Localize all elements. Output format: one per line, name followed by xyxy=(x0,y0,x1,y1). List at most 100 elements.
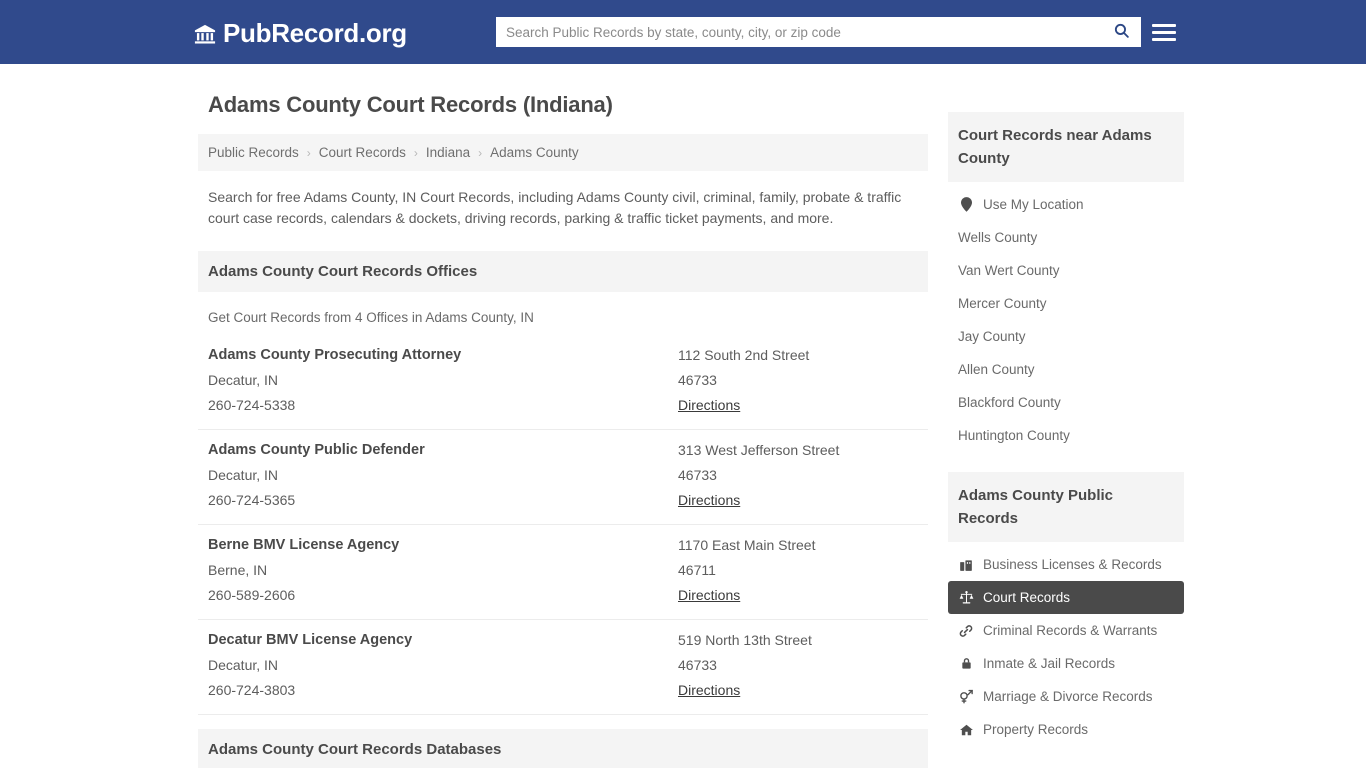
sidebar-item-blackford-county[interactable]: Blackford County xyxy=(948,386,1184,419)
main-column: Adams County Court Records (Indiana) Pub… xyxy=(198,86,928,768)
record-label: Court Records xyxy=(983,590,1071,605)
page-body: Adams County Court Records (Indiana) Pub… xyxy=(0,64,1366,768)
office-address: 519 North 13th Street 46733 Directions xyxy=(678,632,918,700)
breadcrumb-item-public-records[interactable]: Public Records xyxy=(208,145,299,160)
sidebar-item-inmate-jail-records[interactable]: Inmate & Jail Records xyxy=(948,647,1184,680)
breadcrumb-item-indiana[interactable]: Indiana xyxy=(426,145,470,160)
breadcrumb: Public Records › Court Records › Indiana… xyxy=(198,134,928,171)
office-city-state: Decatur, IN xyxy=(208,467,279,483)
record-label: Criminal Records & Warrants xyxy=(983,623,1158,638)
office-row: Adams County Prosecuting Attorney Decatu… xyxy=(198,335,928,430)
office-street: 313 West Jefferson Street xyxy=(678,442,840,458)
sidebar-item-marriage-divorce-records[interactable]: Marriage & Divorce Records xyxy=(948,680,1184,713)
directions-link[interactable]: Directions xyxy=(678,492,740,508)
sidebar-item-court-records[interactable]: Court Records xyxy=(948,581,1184,614)
breadcrumb-separator: › xyxy=(478,145,483,160)
site-header: PubRecord.org xyxy=(0,0,1366,64)
office-row: Decatur BMV License Agency Decatur, IN 2… xyxy=(198,620,928,715)
chain-link-icon xyxy=(958,624,974,638)
search-button[interactable] xyxy=(1101,17,1141,47)
sidebar-item-mercer-county[interactable]: Mercer County xyxy=(948,287,1184,320)
office-info: Berne BMV License Agency Berne, IN 260-5… xyxy=(208,537,678,605)
record-label: Business Licenses & Records xyxy=(983,557,1162,572)
office-address: 112 South 2nd Street 46733 Directions xyxy=(678,347,918,415)
office-phone: 260-724-3803 xyxy=(208,682,296,698)
county-label: Wells County xyxy=(958,230,1038,245)
breadcrumb-item-court-records[interactable]: Court Records xyxy=(319,145,406,160)
venus-mars-icon xyxy=(958,689,974,704)
office-zip: 46733 xyxy=(678,657,717,673)
office-phone: 260-724-5338 xyxy=(208,397,296,413)
search-icon xyxy=(1113,22,1130,42)
sidebar-item-wells-county[interactable]: Wells County xyxy=(948,221,1184,254)
scales-of-justice-icon xyxy=(958,590,974,605)
office-row: Berne BMV License Agency Berne, IN 260-5… xyxy=(198,525,928,620)
sidebar-item-business-licenses[interactable]: Business Licenses & Records xyxy=(948,548,1184,581)
county-label: Van Wert County xyxy=(958,263,1060,278)
use-my-location-button[interactable]: Use My Location xyxy=(948,188,1184,221)
sidebar-item-jay-county[interactable]: Jay County xyxy=(948,320,1184,353)
page-title: Adams County Court Records (Indiana) xyxy=(208,92,613,117)
content-container: Adams County Court Records (Indiana) Pub… xyxy=(198,64,1184,768)
nearby-counties-list: Use My Location Wells County Van Wert Co… xyxy=(948,182,1184,452)
site-logo-text: PubRecord.org xyxy=(223,18,407,48)
office-street: 1170 East Main Street xyxy=(678,537,816,553)
office-city-state: Decatur, IN xyxy=(208,372,279,388)
sidebar-item-criminal-records[interactable]: Criminal Records & Warrants xyxy=(948,614,1184,647)
sidebar: Court Records near Adams County Use My L… xyxy=(948,86,1184,768)
search-input[interactable] xyxy=(496,17,1101,47)
office-zip: 46711 xyxy=(678,562,716,578)
county-label: Blackford County xyxy=(958,395,1061,410)
hamburger-bar xyxy=(1152,37,1176,41)
office-phone: 260-724-5365 xyxy=(208,492,296,508)
office-city-state: Berne, IN xyxy=(208,562,268,578)
sidebar-item-huntington-county[interactable]: Huntington County xyxy=(948,419,1184,452)
office-zip: 46733 xyxy=(678,372,717,388)
public-records-list: Business Licenses & Records Court Record… xyxy=(948,542,1184,746)
office-name[interactable]: Berne BMV License Agency xyxy=(208,537,678,553)
public-records-header: Adams County Public Records xyxy=(948,472,1184,542)
office-phone: 260-589-2606 xyxy=(208,587,296,603)
office-name[interactable]: Adams County Prosecuting Attorney xyxy=(208,347,678,363)
offices-section-header: Adams County Court Records Offices xyxy=(198,251,928,292)
office-city-state: Decatur, IN xyxy=(208,657,279,673)
office-row: Adams County Public Defender Decatur, IN… xyxy=(198,430,928,525)
breadcrumb-separator: › xyxy=(306,145,311,160)
office-name[interactable]: Decatur BMV License Agency xyxy=(208,632,678,648)
search-bar xyxy=(496,17,1141,47)
databases-section-header: Adams County Court Records Databases xyxy=(198,729,928,768)
site-logo[interactable]: PubRecord.org xyxy=(194,18,407,49)
hamburger-bar xyxy=(1152,30,1176,34)
office-info: Adams County Public Defender Decatur, IN… xyxy=(208,442,678,510)
nearby-counties-header: Court Records near Adams County xyxy=(948,112,1184,182)
lock-icon xyxy=(958,656,974,671)
house-icon xyxy=(958,723,974,737)
office-street: 112 South 2nd Street xyxy=(678,347,810,363)
page-description: Search for free Adams County, IN Court R… xyxy=(208,189,902,226)
bank-building-icon xyxy=(194,23,216,45)
breadcrumb-item-adams-county[interactable]: Adams County xyxy=(490,145,579,160)
map-pin-icon xyxy=(958,197,974,212)
briefcase-icon xyxy=(958,558,974,572)
hamburger-bar xyxy=(1152,23,1176,27)
office-info: Adams County Prosecuting Attorney Decatu… xyxy=(208,347,678,415)
office-street: 519 North 13th Street xyxy=(678,632,812,648)
sidebar-item-property-records[interactable]: Property Records xyxy=(948,713,1184,746)
sidebar-item-van-wert-county[interactable]: Van Wert County xyxy=(948,254,1184,287)
office-name[interactable]: Adams County Public Defender xyxy=(208,442,678,458)
office-address: 313 West Jefferson Street 46733 Directio… xyxy=(678,442,918,510)
directions-link[interactable]: Directions xyxy=(678,397,740,413)
county-label: Allen County xyxy=(958,362,1035,377)
county-label: Huntington County xyxy=(958,428,1070,443)
record-label: Inmate & Jail Records xyxy=(983,656,1116,671)
hamburger-menu-icon[interactable] xyxy=(1152,19,1176,45)
directions-link[interactable]: Directions xyxy=(678,587,740,603)
county-label: Mercer County xyxy=(958,296,1047,311)
record-label: Marriage & Divorce Records xyxy=(983,689,1153,704)
directions-link[interactable]: Directions xyxy=(678,682,740,698)
use-my-location-label: Use My Location xyxy=(983,197,1084,212)
office-info: Decatur BMV License Agency Decatur, IN 2… xyxy=(208,632,678,700)
office-address: 1170 East Main Street 46711 Directions xyxy=(678,537,918,605)
sidebar-item-allen-county[interactable]: Allen County xyxy=(948,353,1184,386)
